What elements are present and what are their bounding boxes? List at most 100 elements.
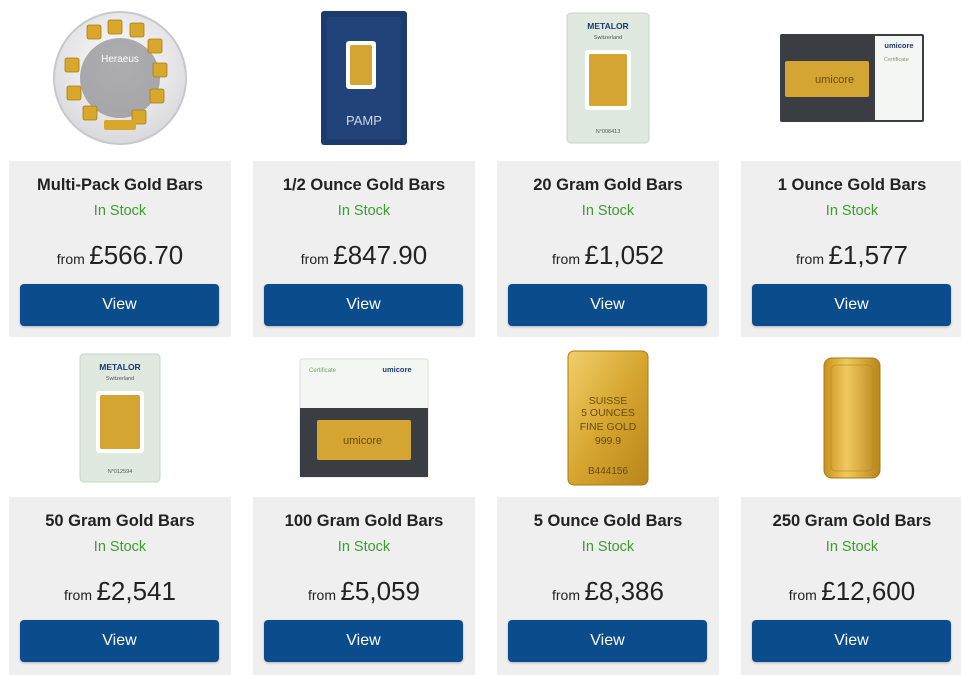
product-card: Heraeus Multi-Pack Gold Bars In Stock fr… [9, 0, 231, 337]
price-amount: £847.90 [333, 240, 428, 270]
product-price: from £1,577 [741, 240, 961, 271]
product-card: SUISSE 5 OUNCES FINE GOLD 999.9 B444156 … [497, 345, 719, 675]
product-title[interactable]: 250 Gram Gold Bars [741, 512, 961, 531]
product-info: Multi-Pack Gold Bars In Stock from £566.… [9, 161, 231, 337]
svg-text:Switzerland: Switzerland [106, 376, 134, 382]
cast-gold-bar-image [823, 357, 881, 478]
svg-text:999.9: 999.9 [595, 435, 621, 447]
product-info: 1/2 Ounce Gold Bars In Stock from £847.9… [253, 161, 475, 337]
view-button[interactable]: View [20, 620, 219, 662]
product-image[interactable]: umicore Certificate umicore [741, 0, 961, 155]
product-grid: Heraeus Multi-Pack Gold Bars In Stock fr… [0, 0, 961, 675]
price-amount: £8,386 [584, 576, 664, 606]
product-price: from £12,600 [741, 576, 961, 607]
stock-status: In Stock [337, 539, 391, 555]
price-prefix: from [300, 251, 329, 267]
stock-status: In Stock [825, 539, 879, 555]
product-info: 250 Gram Gold Bars In Stock from £12,600… [741, 497, 961, 675]
product-price: from £1,052 [497, 240, 719, 271]
product-title[interactable]: 50 Gram Gold Bars [9, 512, 231, 531]
view-button[interactable]: View [752, 284, 951, 326]
price-prefix: from [788, 587, 817, 603]
svg-text:SUISSE: SUISSE [589, 395, 628, 407]
price-prefix: from [64, 587, 92, 603]
product-title[interactable]: 5 Ounce Gold Bars [497, 512, 719, 531]
stock-status: In Stock [337, 203, 391, 219]
product-title[interactable]: 1 Ounce Gold Bars [741, 176, 961, 195]
svg-text:Switzerland: Switzerland [594, 35, 622, 41]
svg-text:umicore: umicore [884, 41, 913, 50]
svg-text:METALOR: METALOR [587, 21, 628, 31]
stock-status: In Stock [93, 203, 147, 219]
product-title[interactable]: 20 Gram Gold Bars [497, 176, 719, 195]
stock-status: In Stock [581, 203, 635, 219]
product-title[interactable]: 1/2 Ounce Gold Bars [253, 176, 475, 195]
umicore-bar-image: umicore Certificate umicore [780, 33, 924, 122]
svg-text:5 OUNCES: 5 OUNCES [581, 407, 635, 419]
price-prefix: from [56, 251, 85, 267]
product-card: umicore Certificate umicore 1 Ounce Gold… [741, 0, 961, 337]
product-card: 250 Gram Gold Bars In Stock from £12,600… [741, 345, 961, 675]
price-prefix: from [308, 587, 336, 603]
svg-text:PAMP: PAMP [346, 113, 382, 128]
product-title[interactable]: 100 Gram Gold Bars [253, 512, 475, 531]
product-info: 20 Gram Gold Bars In Stock from £1,052 V… [497, 161, 719, 337]
gold-multipack-image: Heraeus [53, 10, 187, 145]
product-info: 1 Ounce Gold Bars In Stock from £1,577 V… [741, 161, 961, 337]
price-amount: £5,059 [340, 576, 420, 606]
svg-text:B444156: B444156 [588, 466, 628, 477]
product-price: from £847.90 [253, 240, 475, 271]
svg-text:FINE GOLD: FINE GOLD [580, 421, 637, 433]
product-title[interactable]: Multi-Pack Gold Bars [9, 176, 231, 195]
pamp-bar-image: PAMP [321, 10, 407, 145]
suisse-bar-image: SUISSE 5 OUNCES FINE GOLD 999.9 B444156 [567, 350, 649, 485]
stock-status: In Stock [825, 203, 879, 219]
price-amount: £1,577 [828, 240, 908, 270]
product-card: METALOR Switzerland N°008413 20 Gram Gol… [497, 0, 719, 337]
product-price: from £5,059 [253, 576, 475, 607]
svg-text:umicore: umicore [815, 74, 854, 86]
product-info: 50 Gram Gold Bars In Stock from £2,541 V… [9, 497, 231, 675]
price-prefix: from [552, 587, 580, 603]
svg-text:umicore: umicore [382, 365, 411, 374]
price-amount: £2,541 [96, 576, 176, 606]
svg-text:METALOR: METALOR [99, 362, 140, 372]
product-image[interactable]: PAMP [253, 0, 475, 155]
view-button[interactable]: View [20, 284, 219, 326]
product-image[interactable]: Certificate umicore umicore [253, 345, 475, 490]
product-price: from £566.70 [9, 240, 231, 271]
view-button[interactable]: View [508, 284, 707, 326]
view-button[interactable]: View [752, 620, 951, 662]
product-card: PAMP 1/2 Ounce Gold Bars In Stock from £… [253, 0, 475, 337]
view-button[interactable]: View [264, 284, 463, 326]
metalor-bar-image: METALOR Switzerland N°012594 [79, 353, 161, 482]
product-image[interactable]: Heraeus [9, 0, 231, 155]
product-info: 100 Gram Gold Bars In Stock from £5,059 … [253, 497, 475, 675]
product-image[interactable]: METALOR Switzerland N°012594 [9, 345, 231, 490]
view-button[interactable]: View [264, 620, 463, 662]
product-image[interactable]: SUISSE 5 OUNCES FINE GOLD 999.9 B444156 [497, 345, 719, 490]
product-image[interactable] [741, 345, 961, 490]
stock-status: In Stock [581, 539, 635, 555]
stock-status: In Stock [93, 539, 147, 555]
price-prefix: from [552, 251, 580, 267]
svg-text:Certificate: Certificate [309, 368, 337, 374]
view-button[interactable]: View [508, 620, 707, 662]
svg-text:N°012594: N°012594 [108, 469, 133, 475]
product-card: METALOR Switzerland N°012594 50 Gram Gol… [9, 345, 231, 675]
umicore-bar-image: Certificate umicore umicore [299, 358, 429, 477]
svg-text:Certificate: Certificate [884, 57, 909, 63]
product-price: from £8,386 [497, 576, 719, 607]
product-price: from £2,541 [9, 576, 231, 607]
svg-text:N°008413: N°008413 [596, 129, 621, 135]
svg-text:umicore: umicore [343, 435, 382, 447]
product-image[interactable]: METALOR Switzerland N°008413 [497, 0, 719, 155]
price-amount: £566.70 [89, 240, 184, 270]
metalor-bar-image: METALOR Switzerland N°008413 [566, 12, 650, 143]
product-card: Certificate umicore umicore 100 Gram Gol… [253, 345, 475, 675]
price-amount: £1,052 [584, 240, 664, 270]
product-info: 5 Ounce Gold Bars In Stock from £8,386 V… [497, 497, 719, 675]
price-prefix: from [796, 251, 824, 267]
svg-text:Heraeus: Heraeus [101, 54, 139, 65]
price-amount: £12,600 [821, 576, 916, 606]
